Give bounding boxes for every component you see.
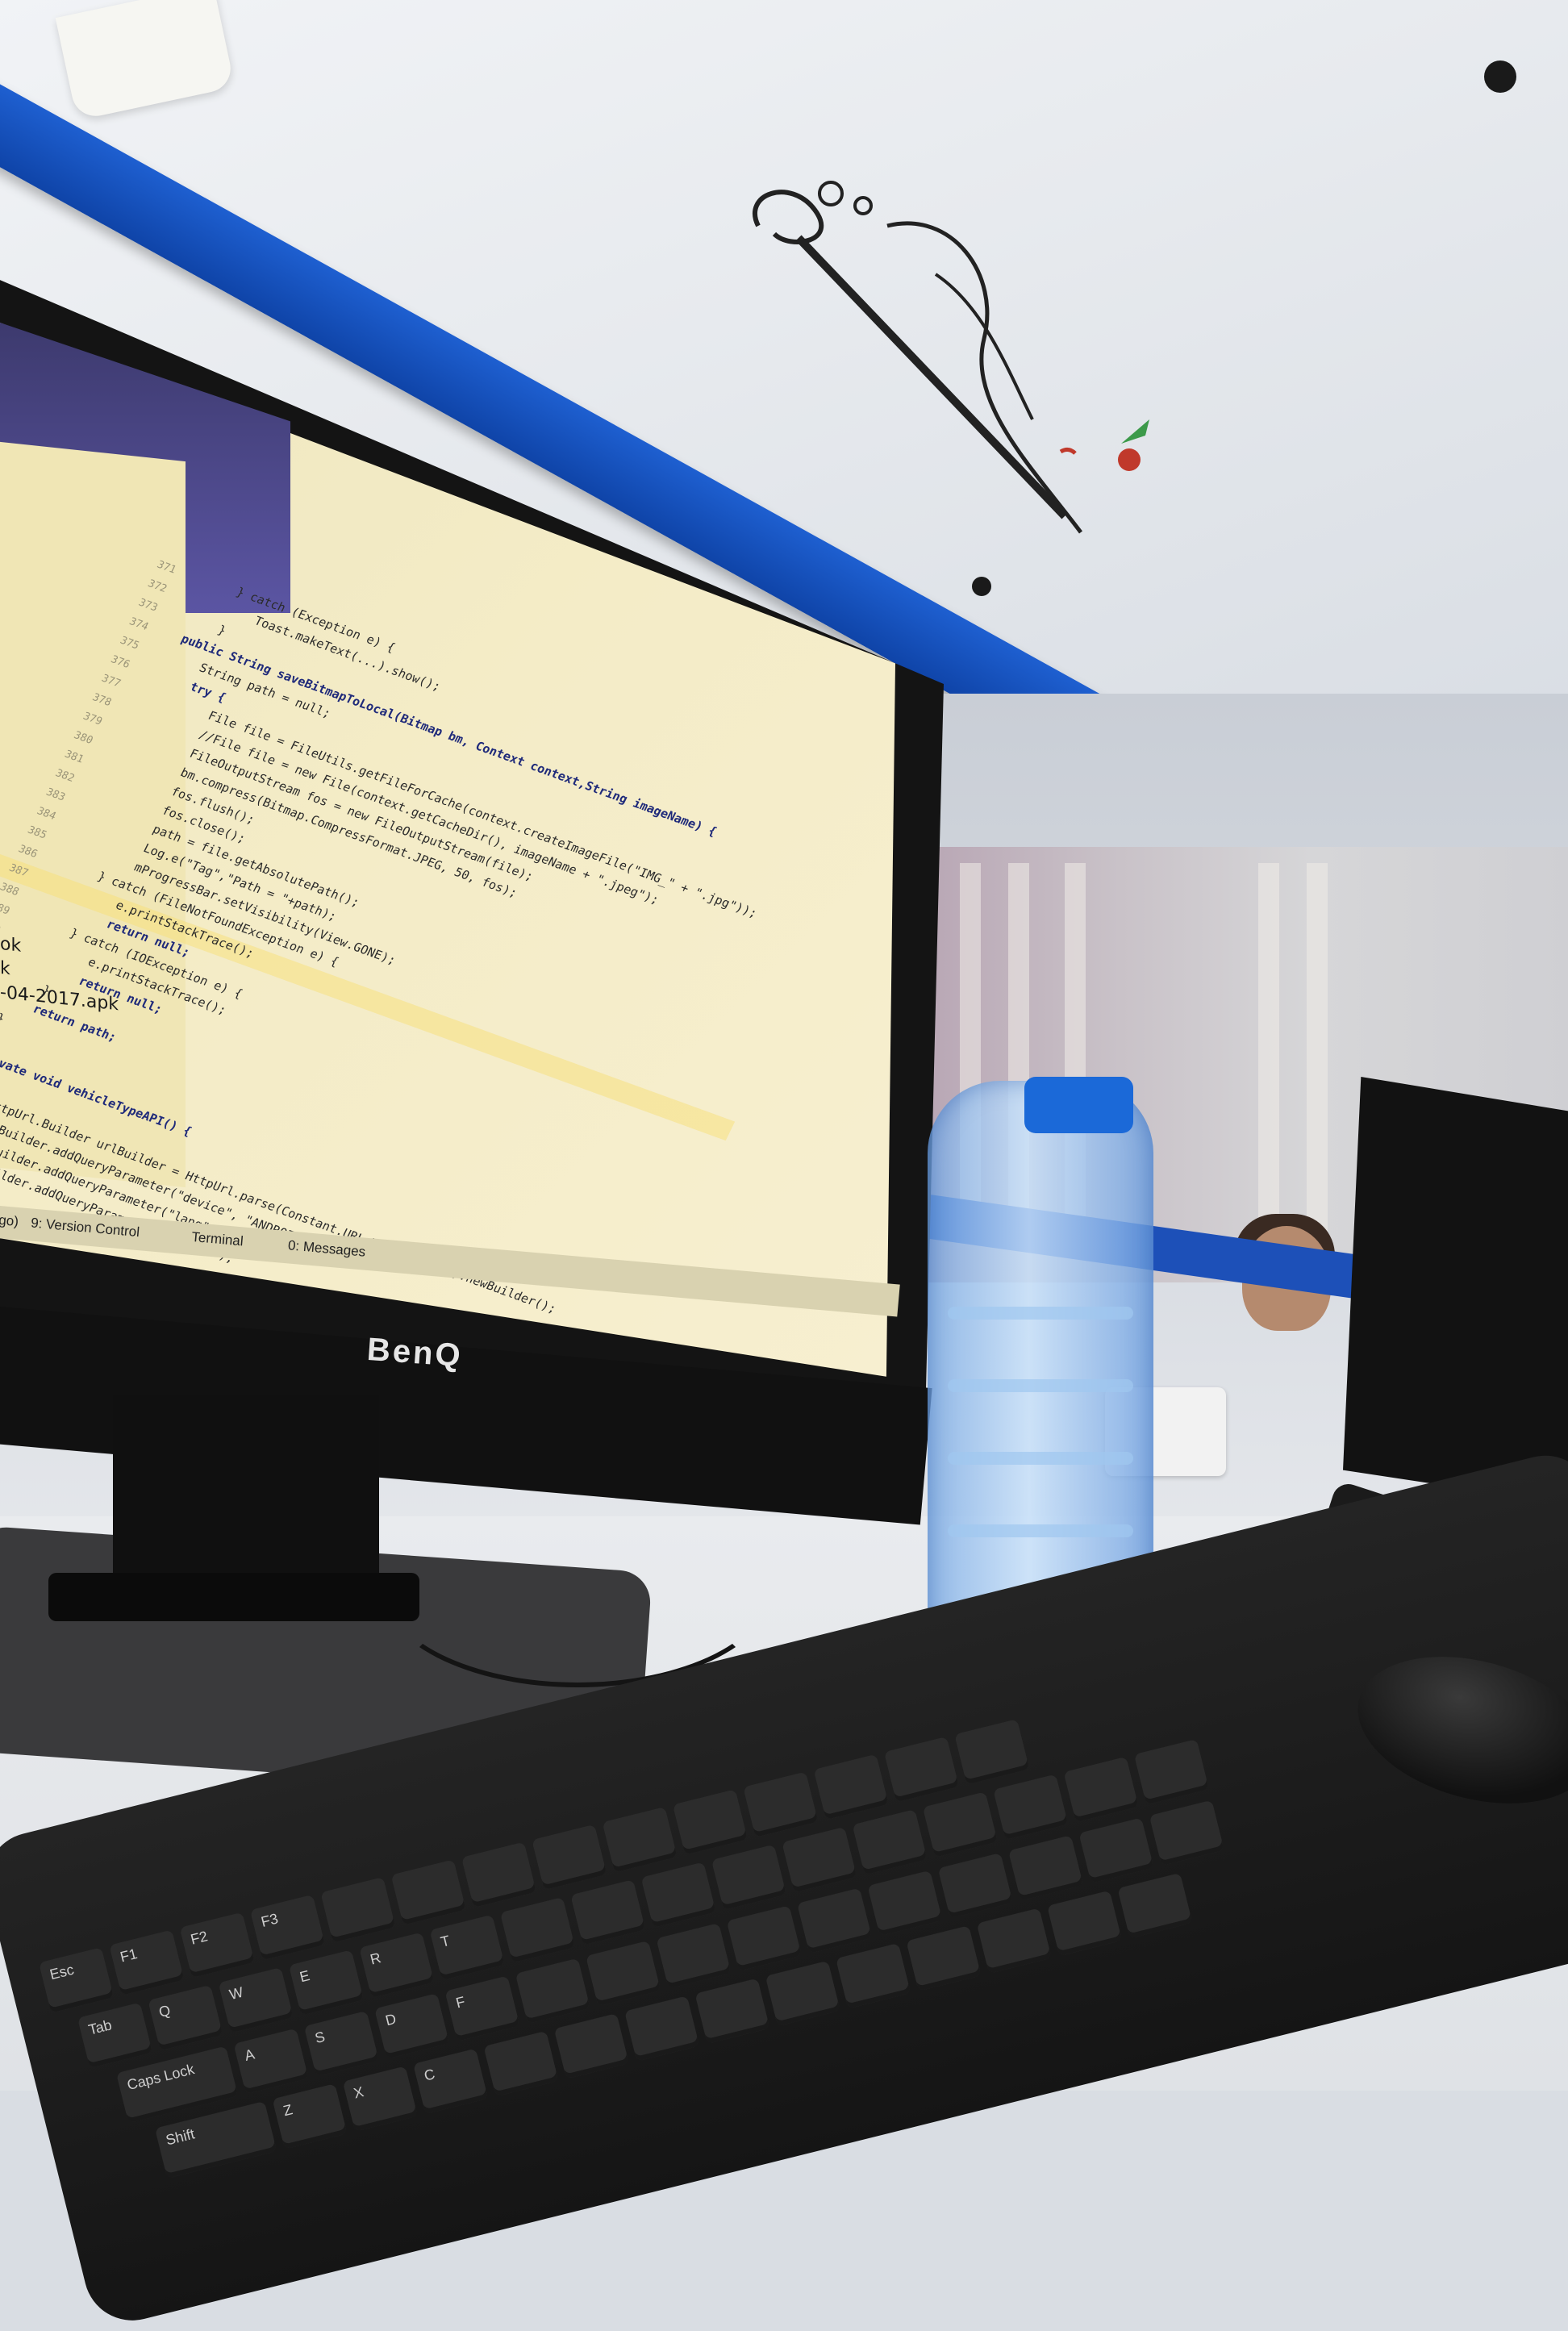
keyboard-key[interactable] [656, 1923, 732, 1989]
keyboard-key[interactable] [1149, 1799, 1224, 1866]
keyboard-key[interactable]: T [429, 1914, 505, 1981]
keyboard-key[interactable] [765, 1960, 840, 2027]
bottle-ridge [948, 1379, 1133, 1392]
messages-tab[interactable]: 0: Messages [287, 1237, 366, 1260]
ceiling-hole [1484, 60, 1516, 93]
bottle-cap [1024, 1077, 1133, 1133]
key-label: S [313, 2028, 327, 2047]
keyboard-key[interactable]: F3 [249, 1894, 326, 1961]
key-label: F1 [118, 1945, 140, 1966]
keyboard-key[interactable] [1047, 1890, 1123, 1957]
keyboard-key[interactable] [1063, 1756, 1139, 1823]
keyboard-key[interactable] [782, 1826, 857, 1893]
keyboard-key[interactable] [976, 1908, 1052, 1974]
keyboard-key[interactable] [954, 1719, 1030, 1785]
keyboard-key[interactable] [867, 1870, 943, 1937]
keyboard-key[interactable]: Esc [38, 1947, 115, 2013]
status-left-fragment: go) [0, 1211, 19, 1230]
key-label: T [439, 1932, 452, 1950]
window-blind [1307, 863, 1328, 1242]
keyboard-key[interactable] [499, 1896, 576, 1963]
monitor-stand-base [48, 1573, 419, 1621]
terminal-tab[interactable]: Terminal [191, 1229, 244, 1250]
keyboard-key[interactable]: X [342, 2066, 418, 2132]
key-label: W [227, 1983, 245, 2004]
version-control-tab[interactable]: 9: Version Control [30, 1215, 140, 1241]
keyboard-key[interactable] [993, 1774, 1069, 1841]
keyboard-key[interactable] [813, 1753, 889, 1820]
keyboard-key[interactable]: F2 [179, 1912, 255, 1979]
keyboard-key[interactable]: R [359, 1932, 435, 1998]
keyboard-key[interactable]: Z [272, 2083, 348, 2150]
keyboard-key[interactable] [694, 1978, 770, 2044]
key-label: F [454, 1993, 467, 2012]
keyboard-key[interactable] [1133, 1739, 1209, 1805]
keyboard-key[interactable]: Tab [77, 2002, 153, 2069]
keyboard-key[interactable] [515, 1958, 590, 2025]
keyboard-key[interactable] [672, 1789, 749, 1855]
keyboard-key[interactable] [483, 2030, 559, 2097]
key-label: F2 [189, 1928, 210, 1948]
keyboard-key[interactable] [922, 1791, 998, 1858]
key-label: Tab [86, 2016, 114, 2038]
key-label: R [368, 1949, 383, 1968]
key-label: Esc [48, 1961, 76, 1983]
keyboard-key[interactable] [640, 1862, 716, 1928]
key-label: Q [156, 2002, 173, 2020]
keyboard-key[interactable]: F1 [109, 1929, 185, 1995]
keyboard-key[interactable] [1117, 1872, 1193, 1939]
keyboard-key[interactable]: C [413, 2048, 489, 2115]
keyboard-key[interactable]: W [218, 1967, 294, 2033]
bottle-ridge [948, 1307, 1133, 1320]
key-label: C [422, 2066, 437, 2084]
key-label: E [298, 1967, 312, 1986]
bottle-ridge [948, 1452, 1133, 1465]
key-label: X [352, 2083, 365, 2102]
keyboard-key[interactable] [1078, 1817, 1154, 1883]
keyboard-key[interactable] [906, 1925, 982, 1991]
key-label: F3 [259, 1910, 280, 1930]
keyboard-key[interactable]: F [444, 1975, 520, 2041]
keyboard-key[interactable]: E [288, 1949, 365, 2016]
keyboard-key[interactable] [883, 1736, 959, 1803]
keyboard-key[interactable] [797, 1887, 873, 1954]
keyboard-key[interactable] [570, 1879, 646, 1945]
keyboard-key[interactable] [320, 1877, 396, 1943]
keyboard-key[interactable] [743, 1771, 819, 1837]
keyboard-key[interactable] [532, 1824, 607, 1891]
keyboard-key[interactable]: A [233, 2028, 309, 2095]
keyboard-key[interactable]: Q [148, 1984, 223, 2051]
key-label: Shift [164, 2125, 197, 2149]
bottle-ridge [948, 1524, 1133, 1537]
keyboard-key[interactable] [390, 1859, 466, 1925]
keyboard-key[interactable] [937, 1853, 1013, 1919]
key-label: D [383, 2010, 398, 2029]
keyboard-key[interactable] [852, 1809, 928, 1875]
keyboard-key[interactable] [624, 1995, 700, 2062]
keyboard-key[interactable] [461, 1841, 537, 1908]
keyboard-key[interactable] [553, 2013, 629, 2079]
keyboard-key[interactable] [602, 1807, 678, 1873]
key-label: Caps Lock [125, 2061, 196, 2094]
second-monitor [1343, 1077, 1568, 1504]
cable [379, 1484, 776, 1687]
key-label: Z [281, 2101, 294, 2120]
keyboard-key[interactable] [1008, 1835, 1084, 1901]
window-blind [1258, 863, 1279, 1242]
keyboard-key[interactable] [726, 1905, 802, 1971]
keyboard-key[interactable] [586, 1940, 661, 2007]
keyboard-key[interactable]: D [374, 1993, 450, 2059]
key-label: A [243, 2045, 256, 2064]
keyboard-key[interactable] [836, 1942, 911, 2009]
keyboard-key[interactable]: S [303, 2010, 379, 2077]
keyboard-key[interactable] [711, 1844, 786, 1911]
monitor-brand-logo: BenQ [365, 1331, 465, 1374]
